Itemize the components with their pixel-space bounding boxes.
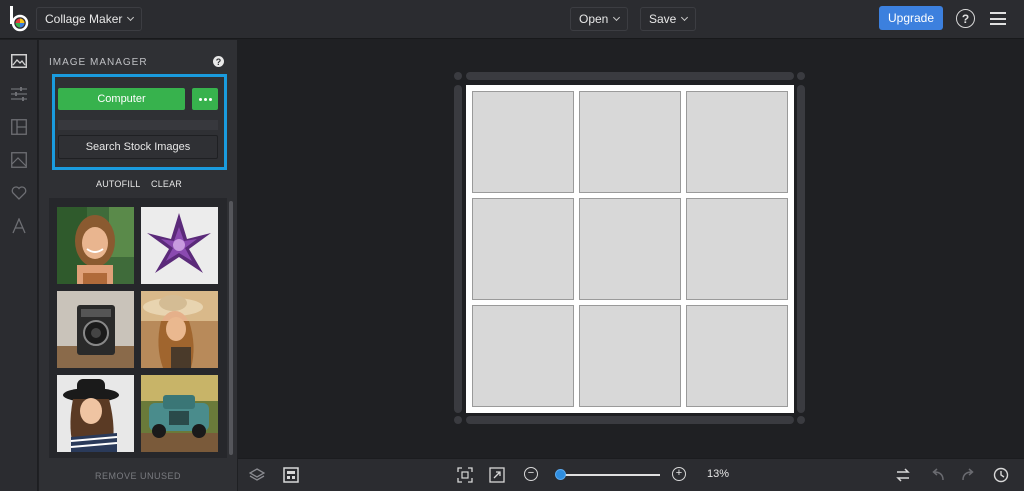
- corner-handle[interactable]: [454, 416, 462, 424]
- bottom-resize-handle[interactable]: [466, 416, 794, 424]
- redo-icon[interactable]: [960, 466, 978, 484]
- left-resize-handle[interactable]: [454, 85, 462, 413]
- befunky-logo-icon[interactable]: [8, 6, 30, 32]
- collage-cell[interactable]: [579, 91, 681, 193]
- swap-icon[interactable]: [894, 466, 912, 484]
- tool-rail: [0, 40, 38, 491]
- image-manager-panel: IMAGE MANAGER ? Computer Search Stock Im…: [39, 40, 237, 491]
- chevron-down-icon: [127, 13, 135, 22]
- top-bar: Collage Maker Open Save Upgrade ?: [0, 0, 1024, 39]
- collage-cell[interactable]: [686, 91, 788, 193]
- app-switcher-label: Collage Maker: [45, 12, 123, 26]
- collage-cell[interactable]: [472, 91, 574, 193]
- open-label: Open: [579, 12, 609, 26]
- corner-handle[interactable]: [797, 72, 805, 80]
- layout-grid-icon[interactable]: [282, 466, 300, 484]
- clear-link[interactable]: CLEAR: [151, 179, 182, 189]
- panel-help-icon[interactable]: ?: [213, 56, 224, 67]
- chevron-down-icon: [681, 13, 689, 22]
- focus-highlight-box: [52, 74, 227, 170]
- layers-icon[interactable]: [248, 466, 266, 484]
- sliders-icon[interactable]: [10, 85, 28, 103]
- save-dropdown[interactable]: Save: [640, 7, 697, 31]
- thumbnail-vintage-camera[interactable]: [57, 291, 134, 368]
- thumbnail-woman-black-hat[interactable]: [57, 375, 134, 452]
- zoom-out-button[interactable]: −: [524, 467, 538, 481]
- image-manager-icon[interactable]: [10, 52, 28, 70]
- save-label: Save: [649, 12, 677, 26]
- actual-size-icon[interactable]: [488, 466, 506, 484]
- zoom-in-button[interactable]: +: [672, 467, 686, 481]
- collage-cell[interactable]: [472, 198, 574, 300]
- app-switcher-dropdown[interactable]: Collage Maker: [36, 7, 143, 31]
- right-resize-handle[interactable]: [797, 85, 805, 413]
- corner-handle[interactable]: [797, 416, 805, 424]
- collage-cell[interactable]: [686, 198, 788, 300]
- help-icon[interactable]: ?: [956, 9, 975, 28]
- history-icon[interactable]: [992, 466, 1010, 484]
- top-resize-handle[interactable]: [466, 72, 794, 80]
- background-icon[interactable]: [10, 151, 28, 169]
- layout-icon[interactable]: [10, 118, 28, 136]
- zoom-slider[interactable]: [560, 474, 660, 476]
- thumbnail-scrollbar[interactable]: [229, 201, 233, 455]
- collage-cell[interactable]: [579, 305, 681, 407]
- open-dropdown[interactable]: Open: [570, 7, 629, 31]
- zoom-level-label: 13%: [707, 468, 730, 480]
- thumbnail-vintage-truck[interactable]: [141, 375, 218, 452]
- thumbnail-purple-succulent[interactable]: [141, 207, 218, 284]
- upgrade-button[interactable]: Upgrade: [879, 6, 943, 30]
- collage-cell[interactable]: [472, 305, 574, 407]
- menu-icon[interactable]: [990, 12, 1006, 25]
- zoom-slider-handle[interactable]: [555, 469, 566, 480]
- thumbnail-list: [49, 198, 227, 458]
- collage-cell[interactable]: [579, 198, 681, 300]
- thumbnail-woman-straw-hat[interactable]: [141, 291, 218, 368]
- thumbnail-portrait-woman[interactable]: [57, 207, 134, 284]
- collage-cell[interactable]: [686, 305, 788, 407]
- text-icon[interactable]: [10, 217, 28, 235]
- chevron-down-icon: [613, 13, 621, 22]
- undo-icon[interactable]: [928, 466, 946, 484]
- fit-screen-icon[interactable]: [456, 466, 474, 484]
- heart-icon[interactable]: [10, 184, 28, 202]
- remove-unused-link[interactable]: REMOVE UNUSED: [39, 471, 237, 481]
- autofill-link[interactable]: AUTOFILL: [96, 179, 140, 189]
- collage-canvas: [466, 85, 794, 413]
- panel-title: IMAGE MANAGER: [49, 57, 148, 68]
- corner-handle[interactable]: [454, 72, 462, 80]
